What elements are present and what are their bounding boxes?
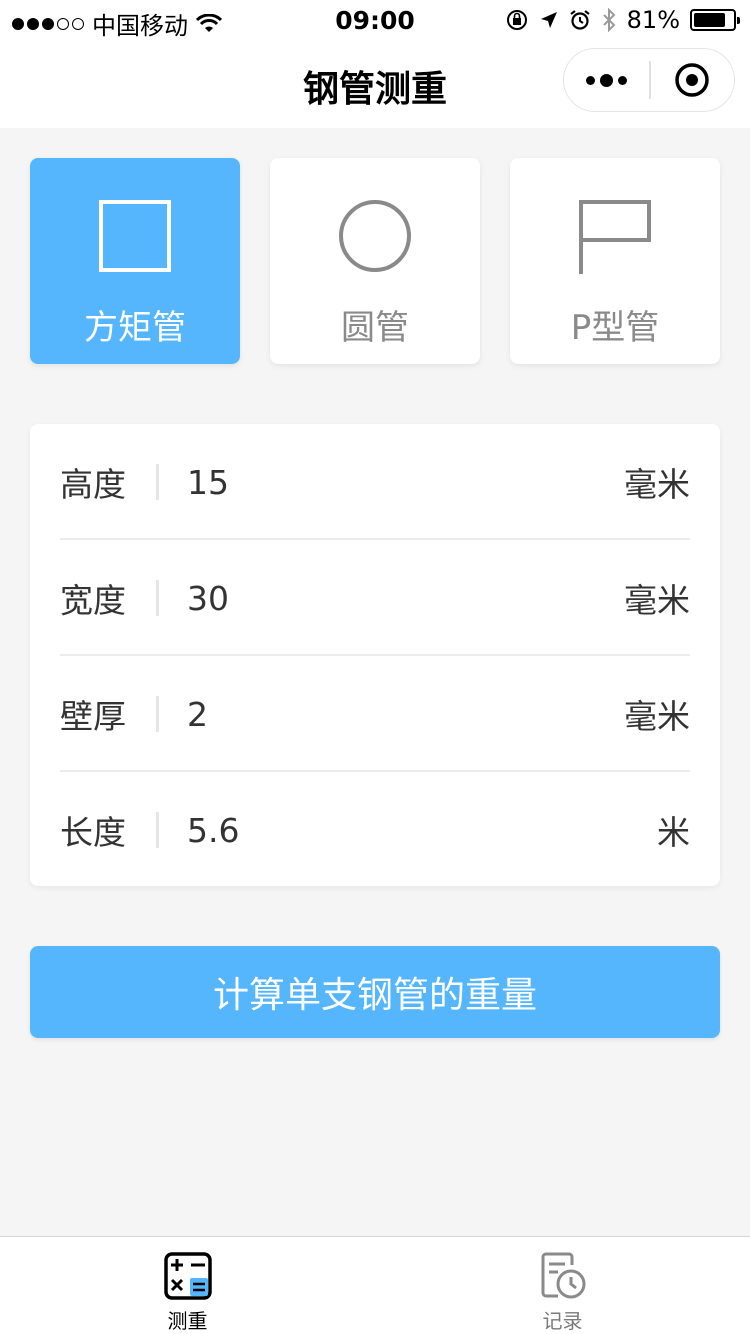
height-input[interactable] [187,462,624,502]
length-label: 长度 [60,813,126,852]
close-target-icon [675,63,710,97]
tab-bar: 测重 记录 [0,1236,750,1334]
shape-card-square[interactable]: 方矩管 [30,158,240,364]
history-icon [541,1252,585,1299]
alarm-icon [569,10,590,30]
form-row-height: 高度 毫米 [60,424,690,540]
shape-label: 方矩管 [84,308,186,348]
page: 中国移动 09:00 81% 钢管测重 方矩管 圆管 P型管 高度 15 毫米 … [0,0,750,1334]
thickness-input[interactable] [187,694,624,734]
mini-program-capsule [563,48,735,112]
status-bar: 中国移动 09:00 81% [0,0,750,40]
calculate-weight-button[interactable]: 计算单支钢管的重量 [30,946,720,1038]
flag-icon [579,200,651,274]
width-unit: 毫米 [624,581,690,620]
row-separator [156,812,159,848]
thickness-label: 壁厚 [60,697,126,736]
length-input[interactable] [187,810,657,850]
more-icon [586,75,596,85]
length-unit: 米 [657,813,690,852]
nav-bar: 钢管测重 [0,40,750,128]
shape-label: 圆管 [341,308,409,348]
width-label: 宽度 [60,581,126,620]
shape-card-round[interactable]: 圆管 [270,158,480,364]
thickness-unit: 毫米 [624,697,690,736]
form-row-thickness: 壁厚 毫米 [60,656,690,772]
height-unit: 毫米 [624,465,690,504]
circle-icon [339,200,411,272]
location-icon [540,12,557,28]
tab-measure[interactable]: 测重 [0,1237,375,1334]
bluetooth-icon [602,8,616,32]
tab-records[interactable]: 记录 [375,1237,750,1334]
shape-card-p-type[interactable]: P型管 [510,158,720,364]
close-button[interactable] [651,48,734,112]
calculator-icon [163,1252,212,1300]
square-icon [99,200,171,272]
width-input[interactable] [187,578,624,618]
row-separator [156,580,159,616]
height-label: 高度 [60,465,126,504]
form-row-width: 宽度 毫米 [60,540,690,656]
more-button[interactable] [564,48,649,112]
form-row-length: 长度 米 [60,772,690,888]
battery-percent: 81% [626,6,680,34]
battery-level [694,13,725,27]
dimension-form: 高度 毫米 宽度 毫米 壁厚 毫米 长度 米 [30,424,720,886]
shape-label: P型管 [570,308,660,348]
tab-label: 记录 [542,1309,583,1333]
row-separator [156,696,159,732]
row-separator [156,464,159,500]
tab-label: 测重 [167,1309,208,1333]
status-right: 81% [505,6,740,34]
battery-icon [690,9,740,31]
rotation-lock-icon [506,10,527,30]
